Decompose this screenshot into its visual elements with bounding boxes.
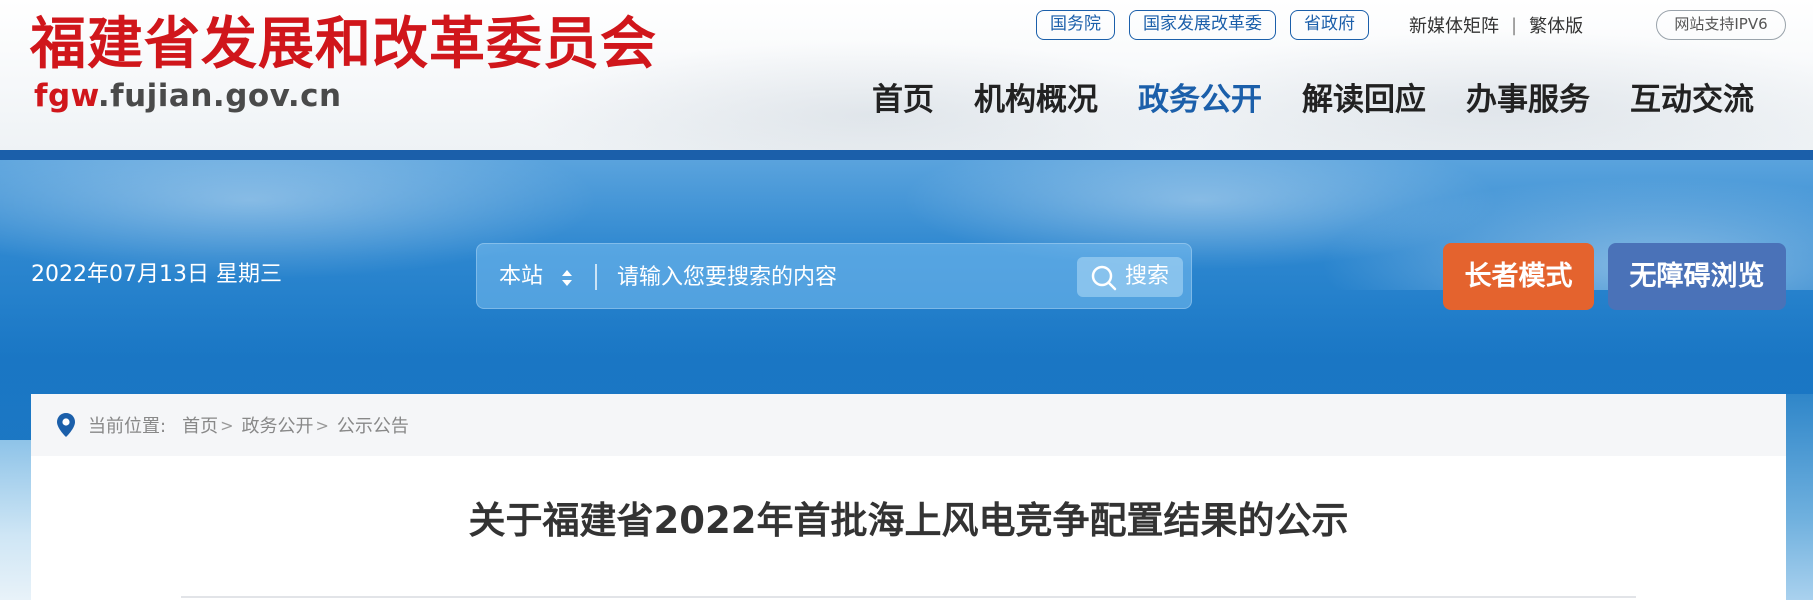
site-logo-domain[interactable]: fgw.fujian.gov.cn — [34, 76, 342, 116]
nav-government-affairs[interactable]: 政务公开 — [1138, 74, 1262, 119]
location-pin-icon — [57, 413, 75, 437]
breadcrumb: 当前位置: 首页 > 政务公开 > 公示公告 — [31, 394, 1786, 456]
link-provincial-government[interactable]: 省政府 — [1290, 10, 1369, 40]
article-title: 关于福建省2022年首批海上风电竞争配置结果的公示 — [468, 499, 1349, 542]
breadcrumb-government-affairs[interactable]: 政务公开 — [241, 412, 313, 438]
link-new-media-matrix[interactable]: 新媒体矩阵 — [1409, 12, 1499, 38]
breadcrumb-label: 当前位置: — [88, 416, 167, 437]
breadcrumb-separator: > — [220, 415, 234, 435]
content-card: 当前位置: 首页 > 政务公开 > 公示公告 关于福建省2022年首批海上风电竞… — [31, 394, 1786, 600]
main-nav: 首页 机构概况 政务公开 解读回应 办事服务 互动交流 — [872, 70, 1754, 122]
search-icon — [1091, 265, 1117, 291]
current-date: 2022年07月13日 星期三 — [31, 262, 282, 287]
search-input[interactable] — [617, 257, 1017, 297]
title-divider — [181, 596, 1636, 598]
search-bar: 本站 搜索 — [476, 243, 1192, 309]
link-ndrc[interactable]: 国家发展改革委 — [1129, 10, 1276, 40]
banner-left-edge — [0, 440, 31, 600]
breadcrumb-home[interactable]: 首页 — [182, 412, 218, 438]
link-traditional-chinese[interactable]: 繁体版 — [1529, 12, 1583, 38]
search-scope-select[interactable]: 本站 — [499, 244, 543, 310]
sort-arrows-icon[interactable] — [561, 268, 573, 288]
breadcrumb-separator: > — [315, 415, 329, 435]
search-button[interactable]: 搜索 — [1077, 257, 1183, 297]
nav-organization[interactable]: 机构概况 — [974, 74, 1098, 119]
top-links-separator: | — [1511, 14, 1518, 36]
nav-home[interactable]: 首页 — [872, 74, 934, 119]
site-header: 福建省发展和改革委员会 fgw.fujian.gov.cn 国务院 国家发展改革… — [0, 0, 1813, 152]
header-divider-bar — [0, 150, 1813, 160]
breadcrumb-announcements[interactable]: 公示公告 — [337, 412, 409, 438]
logo-domain-prefix: fgw — [34, 78, 98, 114]
link-state-council[interactable]: 国务院 — [1036, 10, 1115, 40]
nav-services[interactable]: 办事服务 — [1466, 74, 1590, 119]
search-button-label: 搜索 — [1125, 264, 1170, 289]
ipv6-badge: 网站支持IPV6 — [1656, 10, 1786, 40]
nav-interaction[interactable]: 互动交流 — [1630, 74, 1754, 119]
accessible-browse-button[interactable]: 无障碍浏览 — [1608, 243, 1786, 310]
site-logo-chinese[interactable]: 福建省发展和改革委员会 — [30, 10, 657, 78]
nav-interpretation[interactable]: 解读回应 — [1302, 74, 1426, 119]
elder-mode-button[interactable]: 长者模式 — [1443, 243, 1594, 310]
top-links: 国务院 国家发展改革委 省政府 新媒体矩阵 | 繁体版 — [1036, 10, 1583, 40]
banner-right-edge — [1786, 394, 1813, 600]
logo-domain-suffix: .fujian.gov.cn — [97, 78, 342, 114]
search-divider — [595, 264, 597, 290]
